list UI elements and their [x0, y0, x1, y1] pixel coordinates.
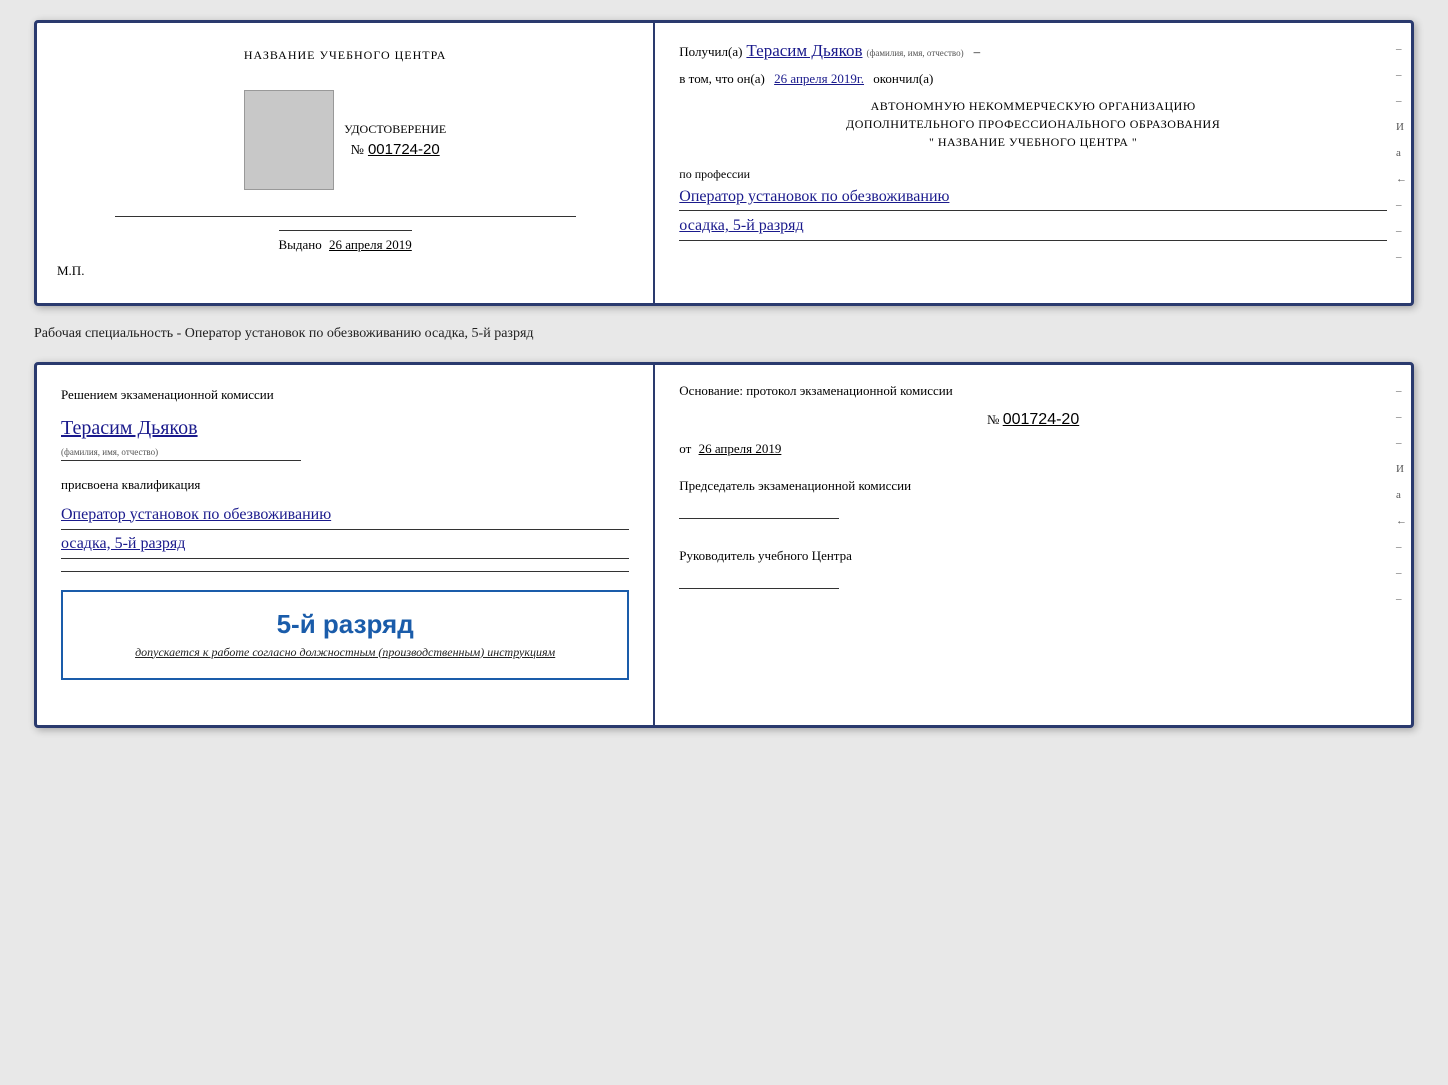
date-value: 26 апреля 2019г.: [774, 71, 864, 86]
date-from-prefix: от: [679, 441, 691, 456]
issued-label: Выдано: [279, 237, 322, 252]
cert-number-value: 001724-20: [368, 141, 440, 158]
org-block: АВТОНОМНУЮ НЕКОММЕРЧЕСКУЮ ОРГАНИЗАЦИЮ ДО…: [679, 97, 1387, 151]
basis-label: Основание: протокол экзаменационной коми…: [679, 383, 1387, 399]
qual-block: Оператор установок по обезвоживанию осад…: [61, 501, 629, 559]
org-line3: " НАЗВАНИЕ УЧЕБНОГО ЦЕНТРА ": [679, 133, 1387, 151]
chairman-block: Председатель экзаменационной комиссии: [679, 477, 1387, 519]
cert-number-block: УДОСТОВЕРЕНИЕ № 001724-20: [344, 122, 446, 159]
recipient-name: Терасим Дьяков: [746, 41, 862, 61]
exam-left-panel: Решением экзаменационной комиссии Тераси…: [37, 365, 655, 725]
protocol-no-prefix: №: [987, 412, 999, 427]
received-prefix: Получил(а): [679, 44, 742, 60]
qual-line2: осадка, 5-й разряд: [61, 532, 629, 559]
stamp-text: допускается к работе согласно должностны…: [135, 644, 555, 661]
issued-date: 26 апреля 2019: [329, 237, 412, 252]
chairman-title: Председатель экзаменационной комиссии: [679, 477, 1387, 495]
certificate-card: НАЗВАНИЕ УЧЕБНОГО ЦЕНТРА УДОСТОВЕРЕНИЕ №…: [34, 20, 1414, 306]
profession-label: по профессии: [679, 167, 1387, 182]
cert-right-panel: Получил(а) Терасим Дьяков (фамилия, имя,…: [655, 23, 1411, 303]
protocol-number: 001724-20: [1003, 411, 1080, 428]
side-marks-bottom: – – – И а ← – – –: [1396, 385, 1407, 605]
qualification-label: присвоена квалификация: [61, 477, 629, 493]
protocol-number-block: № 001724-20: [679, 411, 1387, 429]
date-suffix: окончил(а): [873, 71, 933, 86]
exam-card: Решением экзаменационной комиссии Тераси…: [34, 362, 1414, 728]
protocol-date: 26 апреля 2019: [699, 441, 782, 456]
director-block: Руководитель учебного Центра: [679, 547, 1387, 589]
profession-block: по профессии Оператор установок по обезв…: [679, 167, 1387, 241]
name-sublabel: (фамилия, имя, отчество): [867, 48, 964, 58]
date-prefix: в том, что он(а): [679, 71, 765, 86]
stamp-box: 5-й разряд допускается к работе согласно…: [61, 590, 629, 680]
chairman-signature-line: [679, 499, 839, 519]
stamp-rank: 5-й разряд: [277, 609, 414, 640]
org-line1: АВТОНОМНУЮ НЕКОММЕРЧЕСКУЮ ОРГАНИЗАЦИЮ: [679, 97, 1387, 115]
cert-center-title: НАЗВАНИЕ УЧЕБНОГО ЦЕНТРА: [244, 47, 447, 64]
page-wrapper: НАЗВАНИЕ УЧЕБНОГО ЦЕНТРА УДОСТОВЕРЕНИЕ №…: [34, 20, 1414, 728]
director-signature-line: [679, 569, 839, 589]
exam-title: Решением экзаменационной комиссии: [61, 385, 629, 405]
qual-line1: Оператор установок по обезвоживанию: [61, 503, 629, 530]
protocol-date-line: от 26 апреля 2019: [679, 441, 1387, 457]
cert-label: УДОСТОВЕРЕНИЕ: [344, 122, 446, 137]
cert-left-panel: НАЗВАНИЕ УЧЕБНОГО ЦЕНТРА УДОСТОВЕРЕНИЕ №…: [37, 23, 655, 303]
issued-line: Выдано 26 апреля 2019: [279, 230, 412, 253]
director-title: Руководитель учебного Центра: [679, 547, 1387, 565]
profession-line2: осадка, 5-й разряд: [679, 215, 1387, 240]
date-line: в том, что он(а) 26 апреля 2019г. окончи…: [679, 71, 1387, 87]
specialty-label: Рабочая специальность - Оператор установ…: [34, 324, 1414, 344]
org-line2: ДОПОЛНИТЕЛЬНОГО ПРОФЕССИОНАЛЬНОГО ОБРАЗО…: [679, 115, 1387, 133]
exam-name-sublabel: (фамилия, имя, отчество): [61, 447, 158, 457]
exam-right-panel: Основание: протокол экзаменационной коми…: [655, 365, 1411, 725]
side-marks-top: – – – И а ← – – –: [1396, 43, 1407, 263]
profession-line1: Оператор установок по обезвоживанию: [679, 186, 1387, 211]
cert-no-prefix: №: [351, 143, 364, 158]
exam-person-name: Терасим Дьяков: [61, 417, 198, 440]
mp-line: М.П.: [57, 263, 84, 279]
received-line: Получил(а) Терасим Дьяков (фамилия, имя,…: [679, 41, 1387, 61]
photo-placeholder: [244, 90, 334, 190]
